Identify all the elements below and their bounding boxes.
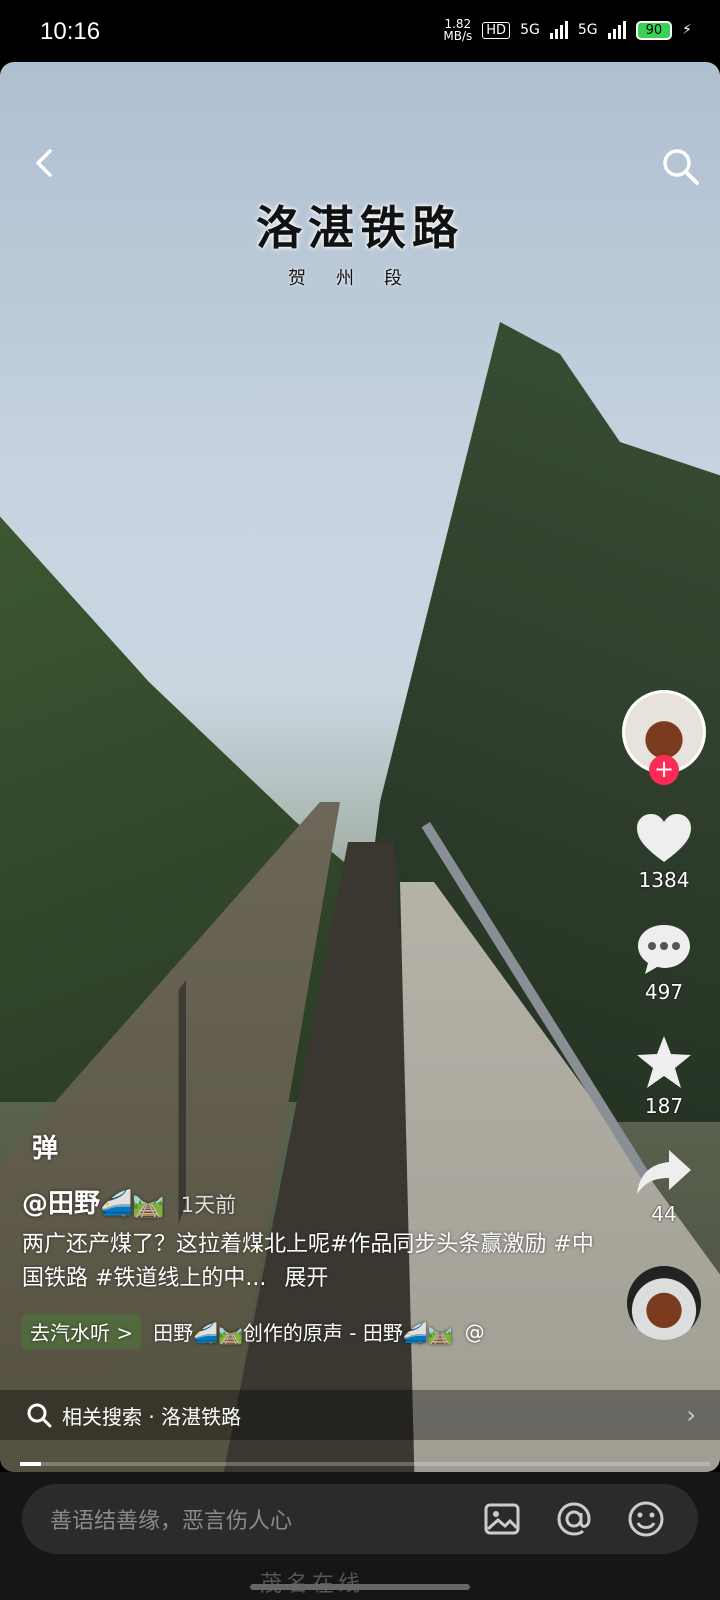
related-search-bar[interactable]: 相关搜索 · 洛湛铁路 › [0, 1390, 720, 1440]
charging-icon: ⚡ [682, 22, 692, 38]
clock: 10:16 [40, 18, 101, 45]
comment-icon[interactable] [635, 922, 693, 976]
like-count: 1384 [638, 868, 690, 892]
network-speed: 1.82 MB/s [443, 18, 472, 42]
expand-button[interactable]: 展开 [284, 1266, 328, 1291]
status-bar: 10:16 1.82 MB/s HD 5G 5G 90 ⚡ [0, 0, 720, 62]
at-icon[interactable] [554, 1499, 594, 1539]
author-avatar[interactable]: + [622, 690, 706, 785]
heart-icon[interactable] [635, 812, 693, 864]
search-icon[interactable] [660, 146, 700, 186]
music-title: 田野🚄🛤️创作的原声 - 田野🚄🛤️ [153, 1321, 453, 1345]
watermark: 茂名在线 [260, 1566, 364, 1598]
image-icon[interactable] [482, 1499, 522, 1539]
search-icon [27, 1403, 52, 1428]
back-icon[interactable] [30, 148, 60, 178]
author-line: @田野🚄🛤️ 1天前 [22, 1183, 602, 1220]
related-search-label: 相关搜索 · 洛湛铁路 [62, 1404, 242, 1429]
comment-count: 497 [644, 980, 684, 1004]
share-action[interactable]: 44 [635, 1148, 693, 1226]
video-progress-bar[interactable] [20, 1462, 710, 1466]
signal-icon [549, 21, 568, 39]
progress-fill [20, 1462, 41, 1466]
music-at: @ [464, 1319, 485, 1344]
signal-5g-label-1: 5G [520, 22, 540, 38]
music-line[interactable]: 去汽水听 > 田野🚄🛤️创作的原声 - 田野🚄🛤️ @ [22, 1314, 602, 1349]
battery-icon: 90 [635, 20, 673, 40]
video-info: 弹 @田野🚄🛤️ 1天前 两广还产煤了？这拉着煤北上呢#作品同步头条赢激励 #中… [22, 1128, 602, 1349]
star-icon[interactable] [635, 1034, 693, 1090]
hd-badge: HD [482, 21, 511, 39]
status-icons: 1.82 MB/s HD 5G 5G 90 ⚡ [443, 18, 692, 42]
net-speed-unit: MB/s [443, 29, 473, 43]
video-title-overlay: 洛湛铁路 贺州段 [0, 192, 720, 290]
action-rail: + 1384 497 187 44 [622, 690, 706, 1340]
signal-icon-2 [607, 21, 626, 39]
share-icon[interactable] [635, 1148, 693, 1198]
home-indicator[interactable] [250, 1584, 470, 1590]
qishui-listen-tag[interactable]: 去汽水听 > [22, 1314, 142, 1349]
comment-input[interactable]: 善语结善缘，恶言伤人心 [22, 1484, 698, 1554]
video-description[interactable]: 两广还产煤了？这拉着煤北上呢#作品同步头条赢激励 #中国铁路 #铁道线上的中..… [22, 1228, 602, 1296]
comment-placeholder: 善语结善缘，恶言伤人心 [50, 1509, 293, 1534]
share-count: 44 [651, 1202, 677, 1226]
danmaku-toggle[interactable]: 弹 [32, 1128, 602, 1165]
favorite-action[interactable]: 187 [635, 1034, 693, 1118]
like-action[interactable]: 1384 [635, 812, 693, 892]
favorite-count: 187 [644, 1094, 684, 1118]
emoji-icon[interactable] [626, 1499, 666, 1539]
comment-bar: 善语结善缘，恶言伤人心 茂名在线 [0, 1472, 720, 1600]
follow-button[interactable]: + [649, 755, 679, 785]
comment-action[interactable]: 497 [635, 922, 693, 1004]
signal-5g-label-2: 5G [577, 22, 598, 38]
chevron-right-icon: › [686, 1401, 696, 1429]
music-disc[interactable] [627, 1266, 701, 1340]
author-name[interactable]: @田野🚄🛤️ [22, 1183, 165, 1220]
overlay-title: 洛湛铁路 [256, 201, 464, 255]
post-time: 1天前 [180, 1193, 237, 1217]
overlay-subtitle: 贺州段 [288, 268, 432, 289]
